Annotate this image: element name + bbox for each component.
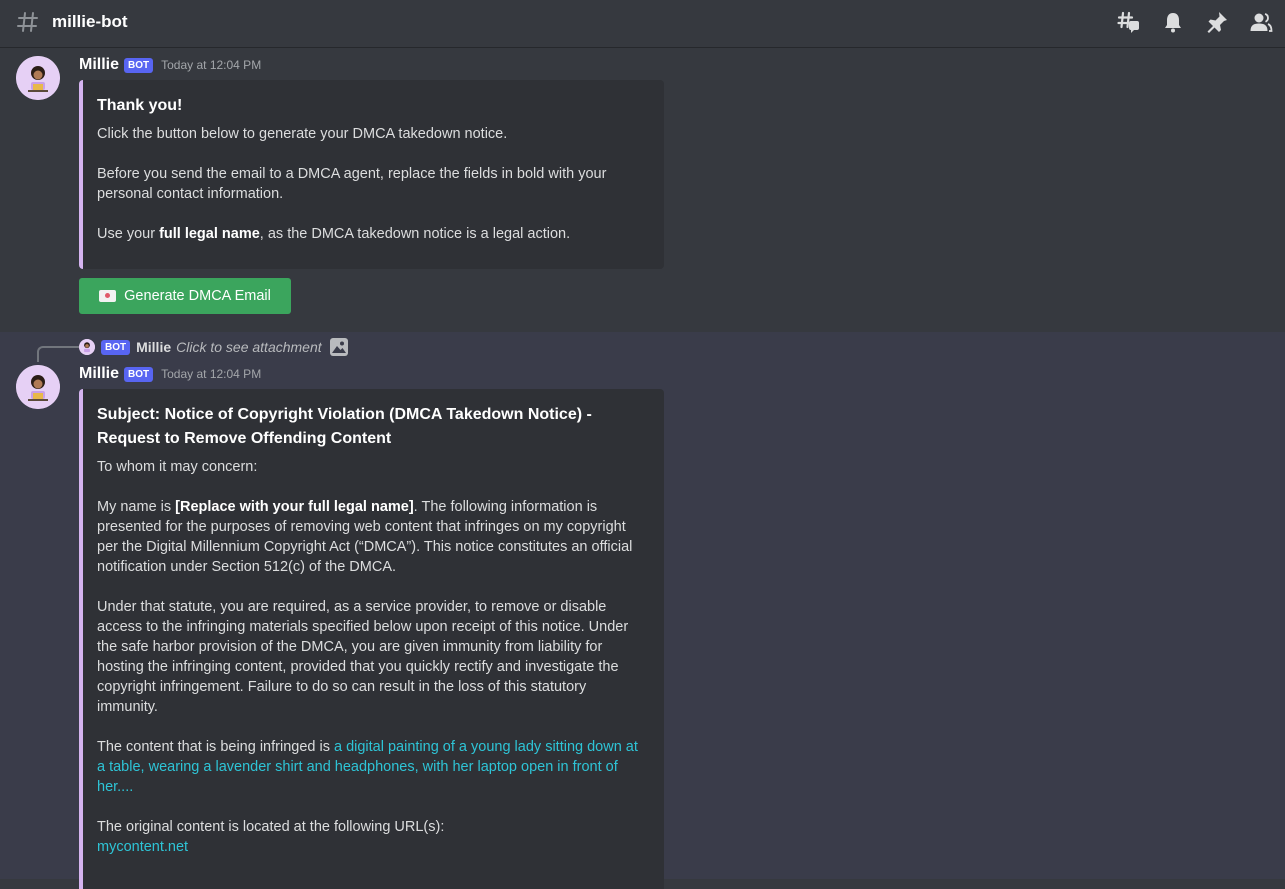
embed-body: Click the button below to generate your … [97,124,648,244]
avatar-illustration [79,339,95,355]
embed-paragraph: Under that statute, you are required, as… [97,599,629,715]
timestamp: Today at 12:04 PM [161,367,262,381]
bot-tag: BOT [124,57,154,73]
embed-paragraph: Click the button below to generate your … [97,126,508,142]
reply-author: Millie [136,339,172,355]
generate-dmca-email-button[interactable]: Generate DMCA Email [79,278,291,314]
threads-icon[interactable] [1117,10,1141,34]
url-link[interactable]: mycontent.net [97,839,188,855]
author-name[interactable]: Millie [79,365,119,383]
bold-text: [Replace with your full legal name] [175,499,414,515]
avatar-illustration [16,365,60,409]
embed: Thank you! Click the button below to gen… [79,80,664,269]
text-span: The content that is being infringed is [97,739,334,755]
timestamp: Today at 12:04 PM [161,58,262,72]
embed-paragraph: Use your full legal name, as the DMCA ta… [97,224,648,244]
avatar-illustration [16,56,60,100]
embed-paragraph: The original content is located at the f… [97,817,648,857]
embed-title: Thank you! [97,97,183,114]
embed-paragraph: Before you send the email to a DMCA agen… [97,166,607,202]
embed-paragraph: To whom it may concern: [97,459,258,475]
reply-reference[interactable]: BOT Millie Click to see attachment [79,338,348,356]
bot-tag: BOT [124,366,154,382]
reply-avatar [79,339,95,355]
message-header: Millie BOT Today at 12:04 PM [79,365,261,383]
pin-icon[interactable] [1205,10,1229,34]
embed-body: To whom it may concern: My name is [Repl… [97,457,648,857]
embed-title: Subject: Notice of Copyright Violation (… [97,406,592,447]
channel-header: millie-bot [0,0,1285,48]
message-header: Millie BOT Today at 12:04 PM [79,56,261,74]
reply-connector [37,346,79,362]
avatar[interactable] [16,365,60,409]
avatar[interactable] [16,56,60,100]
envelope-icon [99,290,117,302]
reply-text: Click to see attachment [176,339,322,355]
text-span: My name is [97,499,176,515]
text-span: , as the DMCA takedown notice is a legal… [259,226,571,242]
embed: Subject: Notice of Copyright Violation (… [79,389,664,889]
text-span: The original content is located at the f… [97,819,445,835]
embed-paragraph: The content that is being infringed is a… [97,737,648,797]
channel-name: millie-bot [52,12,128,31]
bot-tag: BOT [101,339,131,355]
channel-hash-icon [17,12,38,32]
notification-bell-icon[interactable] [1161,10,1185,34]
image-icon [329,338,348,356]
header-toolbar [1117,10,1273,34]
author-name[interactable]: Millie [79,56,119,74]
text-span: Use your [97,226,160,242]
bold-text: full legal name [159,226,260,242]
member-list-icon[interactable] [1249,10,1273,34]
button-label: Generate DMCA Email [124,288,271,304]
embed-paragraph: My name is [Replace with your full legal… [97,497,648,577]
